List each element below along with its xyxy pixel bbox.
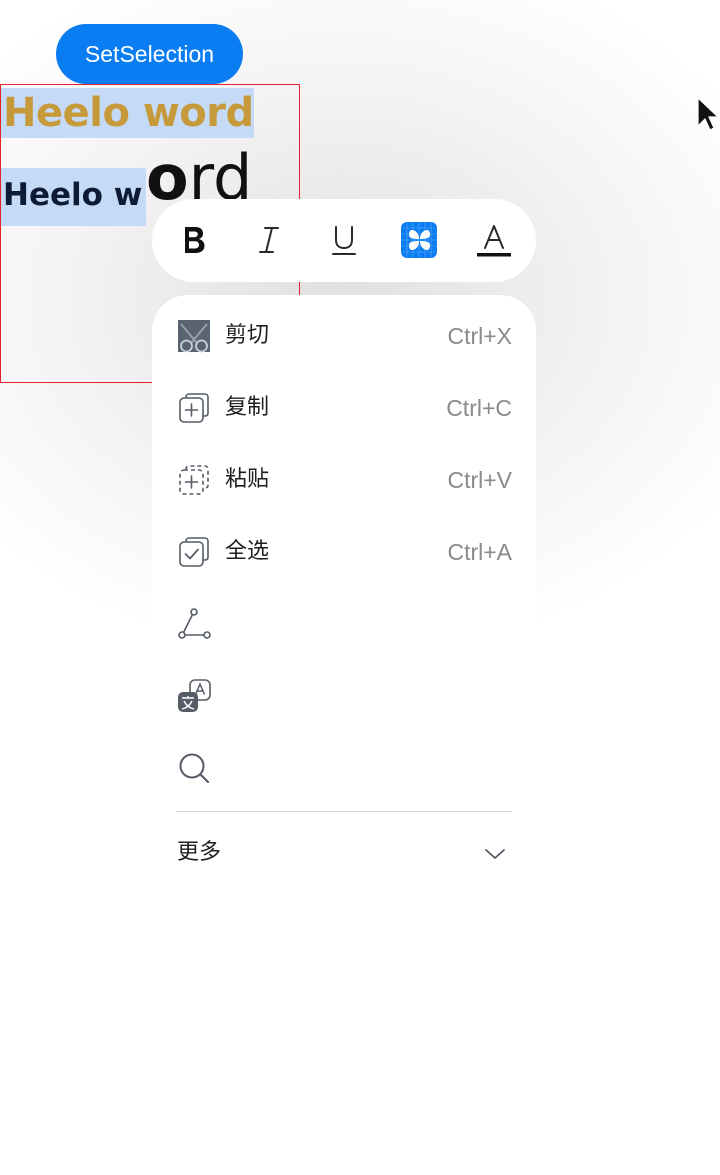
menu-item-share[interactable] <box>176 596 512 652</box>
menu-item-select-all-shortcut: Ctrl+A <box>447 539 512 565</box>
menu-more-label: 更多 <box>177 840 222 865</box>
translate-icon <box>178 679 211 712</box>
menu-item-search[interactable] <box>176 740 512 796</box>
copy-icon <box>179 393 209 423</box>
menu-item-copy-label: 复制 <box>225 395 270 420</box>
underline-icon <box>332 226 356 255</box>
context-menu: 剪切 Ctrl+X 复制 Ctrl+C 粘贴 Ctrl+V 全选 Ctrl+A … <box>152 295 536 895</box>
paste-icon <box>179 465 209 495</box>
italic-icon <box>259 227 279 253</box>
menu-item-copy[interactable]: 复制 Ctrl+C <box>176 380 512 436</box>
apps-grid-icon <box>401 222 437 258</box>
menu-item-paste-label: 粘贴 <box>225 467 270 492</box>
font-color-icon <box>477 225 511 257</box>
set-selection-button[interactable]: SetSelection <box>56 24 243 84</box>
menu-item-copy-shortcut: Ctrl+C <box>446 395 512 421</box>
menu-more-button[interactable]: 更多 <box>176 829 512 877</box>
text-format-toolbar <box>152 199 536 282</box>
menu-item-paste-shortcut: Ctrl+V <box>447 467 512 493</box>
select-all-icon <box>179 537 209 567</box>
share-icon <box>178 608 211 639</box>
menu-divider <box>176 811 512 812</box>
mouse-pointer-icon <box>697 96 720 131</box>
bold-button[interactable] <box>175 221 213 259</box>
font-color-button[interactable] <box>475 221 513 259</box>
editor-line-2-small-text: Heelo w <box>3 177 143 213</box>
menu-item-cut-shortcut: Ctrl+X <box>447 323 512 349</box>
menu-item-translate[interactable] <box>176 668 512 724</box>
scissors-icon <box>178 320 210 353</box>
search-icon <box>179 753 210 784</box>
italic-button[interactable] <box>250 221 288 259</box>
menu-item-paste[interactable]: 粘贴 Ctrl+V <box>176 452 512 508</box>
chevron-down-icon <box>485 849 505 859</box>
menu-item-select-all-label: 全选 <box>225 539 270 564</box>
menu-item-cut-label: 剪切 <box>225 323 270 348</box>
bold-icon <box>185 227 205 253</box>
editor-line-1: Heelo word <box>3 90 254 136</box>
menu-item-cut[interactable]: 剪切 Ctrl+X <box>176 308 512 364</box>
menu-item-select-all[interactable]: 全选 Ctrl+A <box>176 524 512 580</box>
apps-button[interactable] <box>400 221 438 259</box>
app-screen: SetSelection Heelo word Heelo w ord 剪切 C… <box>0 0 720 1175</box>
underline-button[interactable] <box>325 221 363 259</box>
